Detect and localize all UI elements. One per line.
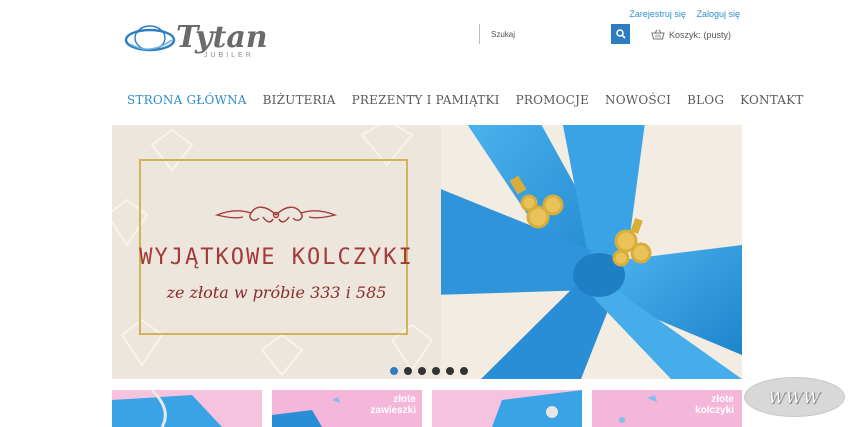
nav-item-blog[interactable]: Blog (687, 93, 724, 107)
banner-subline: ze złota w próbie 333 i 585 (166, 283, 387, 302)
basket-icon (651, 29, 665, 40)
cart-status: (pusty) (703, 29, 732, 40)
account-links: Zarejestruj się Zaloguj się (621, 9, 740, 19)
logo-tagline: JUBILER (204, 52, 254, 59)
page: Tytan JUBILER Zarejestruj się Zaloguj si… (0, 0, 854, 427)
search-input[interactable] (479, 24, 611, 44)
nav-item-strona-glowna[interactable]: Strona główna (127, 93, 247, 107)
slider-dot-6[interactable] (460, 367, 468, 375)
hero-slider[interactable]: WYJĄTKOWE KOLCZYKI ze złota w próbie 333… (112, 125, 742, 379)
category-thumb-3[interactable] (432, 390, 582, 427)
register-link[interactable]: Zarejestruj się (629, 9, 686, 19)
banner-text-panel: WYJĄTKOWE KOLCZYKI ze złota w próbie 333… (112, 125, 441, 379)
ribbon-earrings-image (441, 125, 742, 379)
cart-label: Koszyk: (669, 29, 701, 40)
category-thumb-1[interactable] (112, 390, 262, 427)
thumb-image-1 (112, 390, 262, 427)
search-button[interactable] (611, 24, 630, 44)
logo-title: Tytan (176, 20, 268, 55)
slider-dots (390, 367, 474, 375)
ornament-icon (214, 206, 338, 223)
category-thumb-kolczyki[interactable]: złote kolczyki (592, 390, 742, 427)
slider-dot-5[interactable] (446, 367, 454, 375)
cart[interactable]: Koszyk: (pusty) (651, 29, 731, 40)
thumb-label-zawieszki: złote zawieszki (370, 394, 416, 416)
thumb-image-3 (432, 390, 582, 427)
nav-item-kontakt[interactable]: Kontakt (740, 93, 803, 107)
main-nav: Strona główna Biżuteria Prezenty i Pamią… (127, 93, 804, 107)
www-badge[interactable]: WWW (744, 377, 845, 417)
search-box (479, 24, 630, 44)
search-icon (615, 29, 626, 39)
slider-dot-4[interactable] (432, 367, 440, 375)
slider-dot-2[interactable] (404, 367, 412, 375)
category-thumb-zawieszki[interactable]: złote zawieszki (272, 390, 422, 427)
login-link[interactable]: Zaloguj się (696, 9, 740, 19)
logo[interactable]: Tytan JUBILER (124, 18, 268, 64)
nav-item-bizuteria[interactable]: Biżuteria (263, 93, 336, 107)
nav-item-nowosci[interactable]: Nowości (605, 93, 671, 107)
nav-item-promocje[interactable]: Promocje (516, 93, 589, 107)
banner-headline: WYJĄTKOWE KOLCZYKI (139, 245, 414, 270)
slider-dot-1[interactable] (390, 367, 398, 375)
slider-dot-3[interactable] (418, 367, 426, 375)
banner-image (441, 125, 742, 379)
nav-item-prezenty[interactable]: Prezenty i Pamiątki (352, 93, 500, 107)
logo-ring-icon (124, 25, 176, 52)
thumb-label-kolczyki: złote kolczyki (695, 394, 734, 416)
